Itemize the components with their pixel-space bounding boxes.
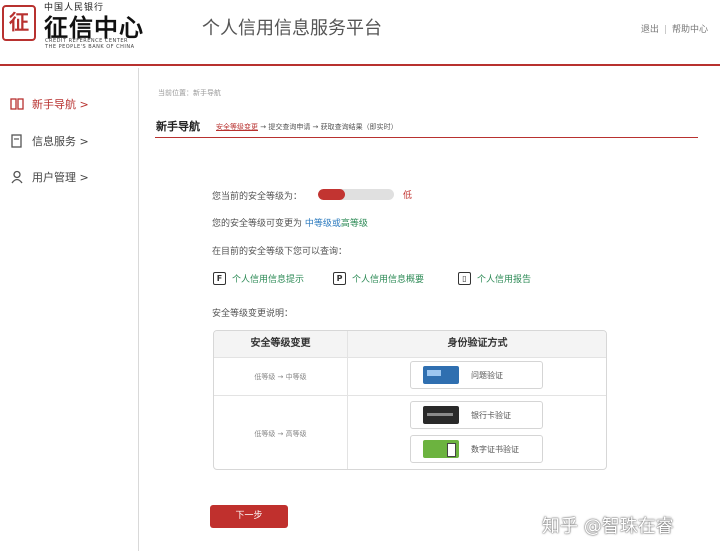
security-level-bar bbox=[318, 189, 394, 200]
step-rest: → 提交查询申请 → 获取查询结果（即实时） bbox=[258, 123, 398, 131]
page-title: 新手导航 bbox=[156, 120, 200, 133]
bank-card-verify-option[interactable]: 银行卡验证 bbox=[410, 401, 543, 429]
table-row-change: 低等级 → 高等级 bbox=[254, 430, 307, 438]
table-row-change: 低等级 → 中等级 bbox=[254, 373, 307, 381]
doc-p-icon: P bbox=[333, 272, 346, 285]
security-change-table: 安全等级变更 身份验证方式 低等级 → 中等级 低等级 → 高等级 问题验证 银… bbox=[213, 330, 607, 470]
change-high-level: 高等级 bbox=[340, 219, 368, 229]
table-divider bbox=[214, 357, 606, 358]
service-credit-report[interactable]: ▯ 个人信用报告 bbox=[458, 272, 531, 285]
table-column-divider bbox=[347, 331, 348, 469]
title-divider bbox=[155, 137, 698, 138]
sidebar-item-guide[interactable]: 新手导航 > bbox=[10, 94, 89, 114]
sidebar: 新手导航 > 信息服务 > 用户管理 > bbox=[0, 68, 139, 551]
breadcrumb: 当前位置：新手导航 bbox=[158, 89, 221, 97]
question-verify-option[interactable]: 问题验证 bbox=[410, 361, 543, 389]
query-intro: 在目前的安全等级下您可以查询： bbox=[212, 247, 348, 257]
cert-usb-icon bbox=[423, 440, 459, 458]
bank-card-icon bbox=[423, 406, 459, 424]
method-label: 数字证书验证 bbox=[471, 444, 519, 454]
book-report-icon: ▯ bbox=[458, 272, 471, 285]
table-divider bbox=[214, 395, 606, 396]
security-level-label: 您当前的安全等级为： bbox=[212, 192, 303, 202]
method-label: 银行卡验证 bbox=[471, 410, 511, 420]
change-options: 您的安全等级可变更为 中等级或高等级 bbox=[212, 216, 368, 229]
service-label: 个人信用信息提示 bbox=[232, 275, 305, 285]
service-label: 个人信用报告 bbox=[477, 275, 532, 285]
header-links: 退出 | 帮助中心 bbox=[641, 22, 708, 35]
sidebar-item-label: 用户管理 > bbox=[32, 171, 89, 184]
question-card-icon bbox=[423, 366, 459, 384]
change-prefix: 您的安全等级可变更为 bbox=[212, 219, 303, 229]
credit-center-logo-icon: 征 bbox=[2, 5, 36, 41]
table-header-method: 身份验证方式 bbox=[347, 331, 606, 357]
doc-f-icon: F bbox=[213, 272, 226, 285]
explain-title: 安全等级变更说明： bbox=[212, 309, 294, 319]
user-icon bbox=[10, 170, 24, 184]
sidebar-item-label: 新手导航 > bbox=[32, 98, 89, 111]
method-label: 问题验证 bbox=[471, 370, 503, 380]
service-credit-hint[interactable]: F 个人信用信息提示 bbox=[213, 272, 304, 285]
sidebar-item-info-service[interactable]: 信息服务 > bbox=[10, 131, 89, 151]
change-or: 或 bbox=[331, 219, 341, 229]
digital-cert-verify-option[interactable]: 数字证书验证 bbox=[410, 435, 543, 463]
help-center-link[interactable]: 帮助中心 bbox=[672, 25, 708, 35]
table-header-change: 安全等级变更 bbox=[214, 331, 347, 357]
security-level-fill bbox=[318, 189, 345, 200]
service-label: 个人信用信息概要 bbox=[352, 275, 425, 285]
service-credit-summary[interactable]: P 个人信用信息概要 bbox=[333, 272, 424, 285]
next-step-button[interactable]: 下一步 bbox=[210, 505, 288, 528]
security-level-value: 低 bbox=[403, 191, 413, 201]
watermark: 知乎 @智珠在睿 bbox=[542, 516, 674, 537]
step-current: 安全等级变更 bbox=[216, 123, 258, 131]
platform-title: 个人信用信息服务平台 bbox=[202, 18, 382, 39]
change-mid-level: 中等级 bbox=[304, 219, 332, 229]
logo-english-line2: THE PEOPLE'S BANK OF CHINA bbox=[45, 44, 135, 50]
step-indicator: 安全等级变更 → 提交查询申请 → 获取查询结果（即实时） bbox=[216, 122, 398, 132]
link-separator: | bbox=[663, 25, 667, 35]
book-icon bbox=[10, 97, 24, 111]
document-icon bbox=[10, 134, 24, 148]
sidebar-item-label: 信息服务 > bbox=[32, 135, 89, 148]
logout-link[interactable]: 退出 bbox=[641, 25, 659, 35]
sidebar-item-user-management[interactable]: 用户管理 > bbox=[10, 167, 89, 187]
top-header: 征 中国人民银行 征信中心 CREDIT REFERENCE CENTER TH… bbox=[0, 0, 720, 66]
